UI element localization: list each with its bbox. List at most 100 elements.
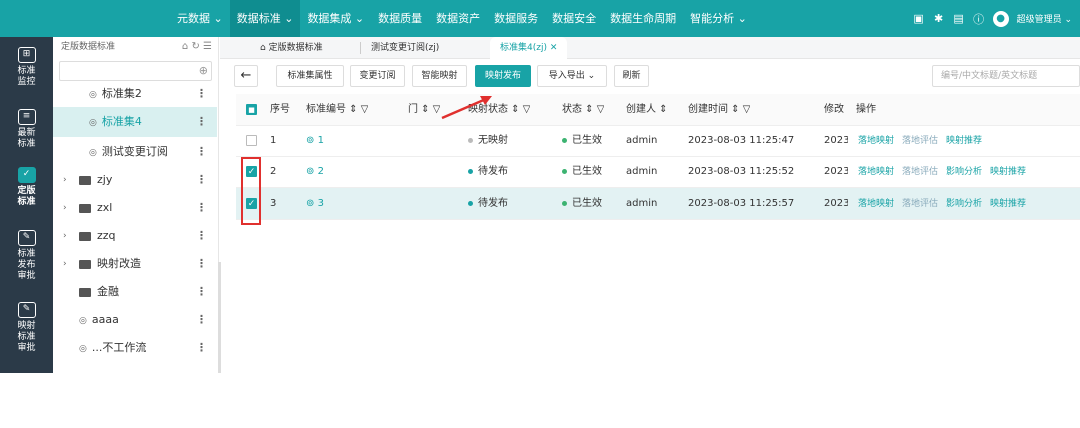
avatar[interactable]: ●: [992, 10, 1009, 27]
tab-final-standard[interactable]: ⌂ 定版数据标准: [250, 37, 333, 59]
nav-publish-approval[interactable]: ✎ 标准 发布 审批: [0, 230, 53, 282]
more-icon[interactable]: ⋮: [196, 221, 207, 251]
nav-latest-standard[interactable]: ≡ 最新 标准: [0, 109, 53, 150]
more-icon[interactable]: ⋮: [196, 193, 207, 223]
refresh-button[interactable]: 刷新: [614, 65, 649, 87]
more-icon[interactable]: ⋮: [196, 277, 207, 307]
landing-evaluate-link[interactable]: 落地评估: [902, 167, 938, 177]
cell-code[interactable]: ⊚ 2: [306, 156, 324, 188]
more-icon[interactable]: ⋮: [196, 137, 207, 167]
tree-node[interactable]: › zxl ⋮: [53, 193, 217, 223]
tree-node[interactable]: ◎ ...不工作流 ⋮: [53, 333, 217, 363]
add-icon[interactable]: ⊕: [199, 64, 208, 77]
col-header-created[interactable]: 创建时间 ⇕ ▽: [688, 94, 750, 126]
folder-icon: [79, 203, 91, 213]
cell-code[interactable]: ⊚ 1: [306, 125, 324, 157]
more-icon[interactable]: ⋮: [196, 305, 207, 335]
dashboard-icon[interactable]: ▣: [913, 12, 925, 25]
cell-creator: admin: [626, 198, 658, 209]
refresh-icon[interactable]: ↻: [191, 41, 199, 52]
menu-data-integration[interactable]: 数据集成 ⌄: [300, 0, 371, 37]
menu-smart-analysis[interactable]: 智能分析 ⌄: [683, 0, 754, 37]
nav-final-standard[interactable]: ✓ 定版 标准: [0, 167, 53, 208]
cell-code[interactable]: ⊚ 3: [306, 188, 324, 220]
home-icon[interactable]: ⌂: [182, 41, 188, 52]
menu-data-security[interactable]: 数据安全: [545, 0, 603, 37]
col-header-code[interactable]: 标准编号 ⇕ ▽: [306, 94, 368, 126]
status-dot: [562, 200, 567, 206]
table-row-selected[interactable]: ✓ 3 ⊚ 3 待发布 已生效 admin 2023-08-03 11:25:5…: [236, 188, 1080, 220]
status-text: 已生效: [572, 198, 602, 209]
more-icon[interactable]: ⋮: [196, 107, 207, 137]
more-icon[interactable]: ⋮: [196, 165, 207, 195]
mapping-recommend-link[interactable]: 映射推荐: [946, 136, 982, 146]
more-icon[interactable]: ⋮: [196, 333, 207, 363]
landing-evaluate-link[interactable]: 落地评估: [902, 199, 938, 209]
col-header-dept[interactable]: 门 ⇕ ▽: [408, 94, 440, 126]
mapping-publish-button[interactable]: 映射发布: [475, 65, 531, 87]
mapping-recommend-link[interactable]: 映射推荐: [990, 167, 1026, 177]
cell-created: 2023-08-03 11:25:52: [688, 166, 795, 177]
more-icon[interactable]: ⋮: [196, 79, 207, 109]
row-checkbox[interactable]: [246, 135, 257, 146]
dataset-icon: ◎: [79, 316, 87, 326]
tree-scrollbar[interactable]: [218, 262, 221, 373]
tree-node-label: 测试变更订阅: [101, 145, 168, 158]
message-icon[interactable]: ▤: [953, 12, 965, 25]
table-row[interactable]: 1 ⊚ 1 无映射 已生效 admin 2023-08-03 11:25:47 …: [236, 125, 1080, 157]
tree-node[interactable]: ◎ 标准集2 ⋮: [53, 79, 217, 109]
chevron-right-icon[interactable]: ›: [63, 249, 67, 279]
change-subscription-button[interactable]: 变更订阅: [350, 65, 405, 87]
impact-analysis-link[interactable]: 影响分析: [946, 167, 982, 177]
user-name[interactable]: 超级管理员 ⌄: [1017, 12, 1072, 25]
tree-node-label: zzq: [97, 229, 116, 242]
tab-change-subscription[interactable]: 测试变更订阅(zj): [360, 42, 449, 54]
col-header-modified[interactable]: 修改: [824, 94, 844, 126]
tree-header: 定版数据标准 ⌂ ↻ ☰: [53, 37, 218, 57]
table-row[interactable]: ✓ 2 ⊚ 2 待发布 已生效 admin 2023-08-03 11:25:5…: [236, 156, 1080, 188]
tree-node-selected[interactable]: ◎ 标准集4 ⋮: [53, 107, 217, 137]
landing-mapping-link[interactable]: 落地映射: [858, 136, 894, 146]
menu-data-assets[interactable]: 数据资产: [429, 0, 487, 37]
tree-search-input[interactable]: ⊕: [59, 61, 212, 81]
collapse-icon[interactable]: ☰: [203, 41, 212, 52]
info-icon[interactable]: ⓘ: [973, 13, 985, 26]
col-header-ops: 操作: [856, 104, 876, 115]
landing-mapping-link[interactable]: 落地映射: [858, 199, 894, 209]
import-export-dropdown[interactable]: 导入导出 ⌄: [537, 65, 607, 87]
nav-standard-monitor[interactable]: ⊞ 标准 监控: [0, 47, 53, 88]
tree-node[interactable]: › zzq ⋮: [53, 221, 217, 251]
landing-mapping-link[interactable]: 落地映射: [858, 167, 894, 177]
chevron-right-icon[interactable]: ›: [63, 193, 67, 223]
tree-node[interactable]: › 映射改造 ⋮: [53, 249, 217, 279]
more-icon[interactable]: ⋮: [196, 249, 207, 279]
tab-standard-set4[interactable]: 标准集4(zj) ✕: [490, 37, 568, 59]
menu-data-lifecycle[interactable]: 数据生命周期: [603, 0, 683, 37]
close-icon[interactable]: ✕: [550, 43, 558, 53]
search-input[interactable]: 编号/中文标题/英文标题: [932, 65, 1080, 87]
col-header-status[interactable]: 状态 ⇕ ▽: [562, 94, 604, 126]
tree-node[interactable]: ◎ 测试变更订阅 ⋮: [53, 137, 217, 167]
standard-set-properties-button[interactable]: 标准集属性: [276, 65, 344, 87]
impact-analysis-link[interactable]: 影响分析: [946, 199, 982, 209]
menu-data-standard[interactable]: 数据标准 ⌄: [229, 0, 301, 37]
tree-node[interactable]: 金融 ⋮: [53, 277, 217, 307]
back-button[interactable]: ←: [234, 65, 258, 87]
landing-evaluate-link[interactable]: 落地评估: [902, 136, 938, 146]
mapping-recommend-link[interactable]: 映射推荐: [990, 199, 1026, 209]
select-all-checkbox[interactable]: ■: [246, 104, 257, 115]
tree-node[interactable]: ◎ aaaa ⋮: [53, 305, 217, 335]
folder-icon: [79, 259, 91, 269]
col-header-creator[interactable]: 创建人 ⇕: [626, 94, 668, 126]
chevron-right-icon[interactable]: ›: [63, 221, 67, 251]
chevron-right-icon[interactable]: ›: [63, 165, 67, 195]
tree-node[interactable]: › zjy ⋮: [53, 165, 217, 195]
cell-modified: 2023-: [824, 198, 848, 209]
status-dot: [468, 168, 473, 174]
smart-mapping-button[interactable]: 智能映射: [412, 65, 467, 87]
menu-data-quality[interactable]: 数据质量: [371, 0, 429, 37]
gear-icon[interactable]: ✱: [933, 12, 945, 25]
nav-mapping-approval[interactable]: ✎ 映射 标准 审批: [0, 302, 53, 354]
menu-metadata[interactable]: 元数据 ⌄: [170, 0, 230, 37]
menu-data-service[interactable]: 数据服务: [487, 0, 545, 37]
